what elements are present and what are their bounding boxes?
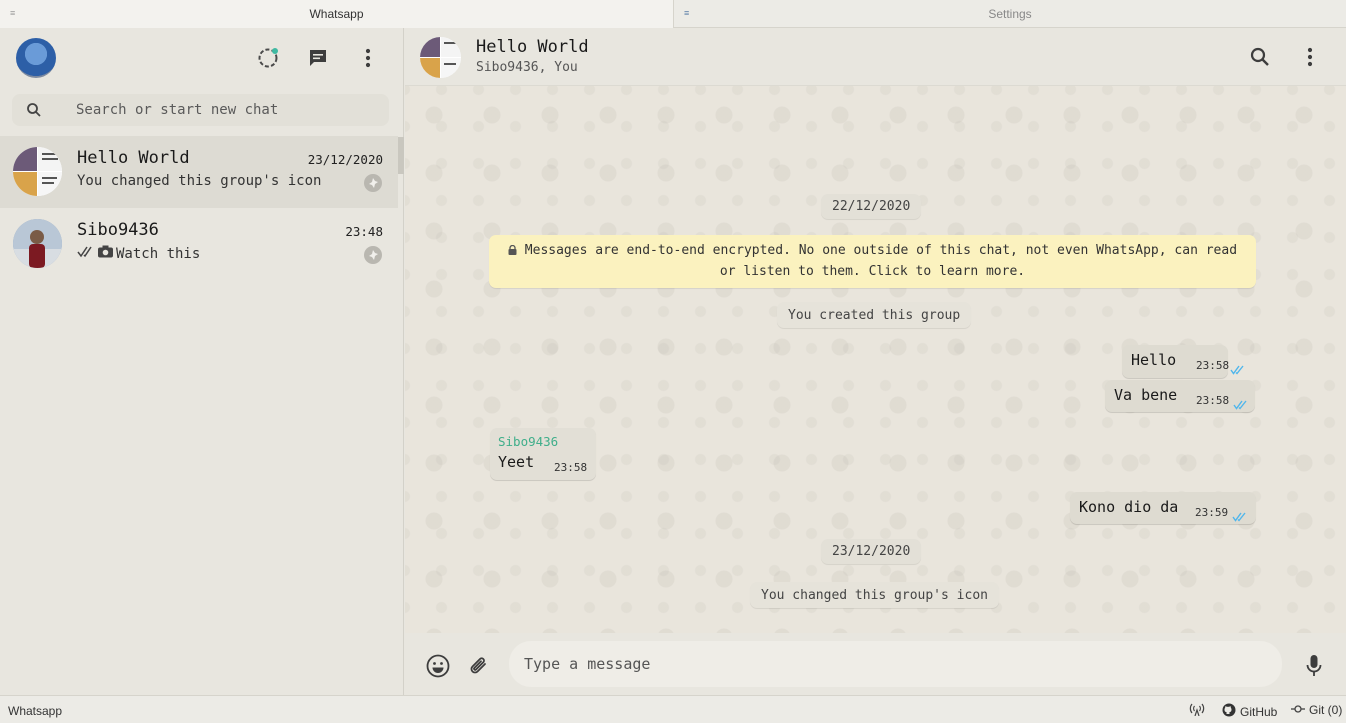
broadcast-icon[interactable]	[1189, 703, 1205, 716]
status-bar: Whatsapp GitHub Git (0)	[0, 695, 1346, 723]
double-check-icon	[77, 246, 95, 262]
message-time: 23:58	[1196, 394, 1230, 407]
message-time: 23:58	[1196, 359, 1230, 372]
chat-item-hello-world[interactable]: Hello World 23/12/2020 You changed this …	[0, 136, 398, 208]
read-ticks-icon	[1233, 395, 1249, 414]
search-icon	[26, 102, 42, 122]
group-avatar[interactable]	[420, 37, 461, 78]
chat-name: Sibo9436	[77, 220, 159, 240]
message-time: 23:59	[1195, 506, 1229, 519]
conversation-header[interactable]: Hello World Sibo9436, You	[405, 28, 1346, 86]
chat-preview: You changed this group's icon	[77, 173, 321, 189]
message-text: Hello	[1131, 351, 1177, 369]
message-text: Yeet	[498, 453, 535, 471]
statusbar-app-name: Whatsapp	[8, 704, 63, 718]
status-icon[interactable]	[254, 44, 282, 72]
chat-time: 23:48	[345, 224, 383, 239]
contact-avatar	[13, 219, 62, 268]
search-input[interactable]	[76, 94, 376, 126]
message-outgoing[interactable]: Kono dio da 23:59	[1070, 492, 1256, 524]
pin-icon	[364, 174, 382, 192]
git-commit-icon	[1291, 703, 1305, 717]
editor-tabbar: ≡ Whatsapp ≡ Settings	[0, 0, 1346, 28]
message-text: Kono dio da	[1079, 498, 1179, 516]
message-time: 23:58	[554, 461, 588, 474]
conversation-members: Sibo9436, You	[476, 60, 578, 75]
read-ticks-icon	[1232, 507, 1248, 526]
github-label: GitHub	[1240, 704, 1278, 719]
attach-icon[interactable]	[466, 653, 492, 679]
search-box	[12, 94, 389, 126]
message-incoming[interactable]: Sibo9436 Yeet 23:58	[490, 428, 596, 480]
tab-settings[interactable]: ≡ Settings	[674, 0, 1346, 28]
date-divider: 22/12/2020	[821, 194, 922, 219]
emoji-icon[interactable]	[425, 653, 451, 679]
git-label: Git (0)	[1309, 703, 1343, 717]
message-input[interactable]	[509, 641, 1282, 687]
git-status[interactable]: Git (0)	[1291, 703, 1342, 717]
chat-preview-text: You changed this group's icon	[77, 173, 322, 189]
chat-name: Hello World	[77, 148, 190, 168]
encryption-text: Messages are end-to-end encrypted. No on…	[524, 243, 1238, 279]
menu-kebab-icon[interactable]	[1296, 43, 1324, 71]
conversation-pane: Hello World Sibo9436, You 22/12/2020 Mes…	[405, 28, 1346, 695]
message-outgoing[interactable]: Hello 23:58	[1122, 345, 1244, 378]
message-outgoing[interactable]: Va bene 23:58	[1105, 380, 1255, 412]
menu-lines-icon: ≡	[10, 8, 16, 18]
tab-label: Settings	[988, 7, 1032, 21]
microphone-icon[interactable]	[1301, 653, 1327, 679]
lock-icon	[508, 243, 525, 258]
encryption-notice[interactable]: Messages are end-to-end encrypted. No on…	[489, 235, 1256, 288]
chat-time: 23/12/2020	[307, 152, 383, 167]
message-list[interactable]: 22/12/2020 Messages are end-to-end encry…	[405, 86, 1346, 633]
date-divider: 23/12/2020	[821, 539, 922, 564]
pin-icon	[364, 246, 382, 264]
github-icon	[1222, 703, 1236, 720]
system-message: You created this group	[777, 302, 972, 328]
message-sender: Sibo9436	[498, 434, 559, 449]
new-chat-icon[interactable]	[304, 44, 332, 72]
github-link[interactable]: GitHub	[1222, 703, 1277, 720]
system-message: You changed this group's icon	[750, 582, 999, 608]
group-avatar	[13, 147, 62, 196]
chat-list-scrollbar[interactable]	[398, 137, 404, 174]
conversation-title: Hello World	[476, 37, 589, 57]
my-avatar[interactable]	[16, 38, 56, 78]
chat-item-sibo9436[interactable]: Sibo9436 23:48 Watch this	[0, 208, 398, 280]
search-icon[interactable]	[1246, 43, 1274, 71]
sidebar-header	[0, 28, 404, 88]
camera-icon	[98, 245, 113, 262]
read-ticks-icon	[1230, 360, 1246, 379]
tab-label: Whatsapp	[309, 7, 364, 21]
message-composer	[405, 633, 1346, 695]
message-text: Va bene	[1114, 386, 1178, 404]
menu-kebab-icon[interactable]	[354, 44, 382, 72]
settings-lines-icon: ≡	[684, 8, 690, 18]
chat-preview: Watch this	[77, 245, 200, 262]
chat-list-pane: Hello World 23/12/2020 You changed this …	[0, 28, 404, 695]
tab-whatsapp[interactable]: ≡ Whatsapp	[0, 0, 674, 28]
chat-preview-text: Watch this	[116, 245, 201, 262]
